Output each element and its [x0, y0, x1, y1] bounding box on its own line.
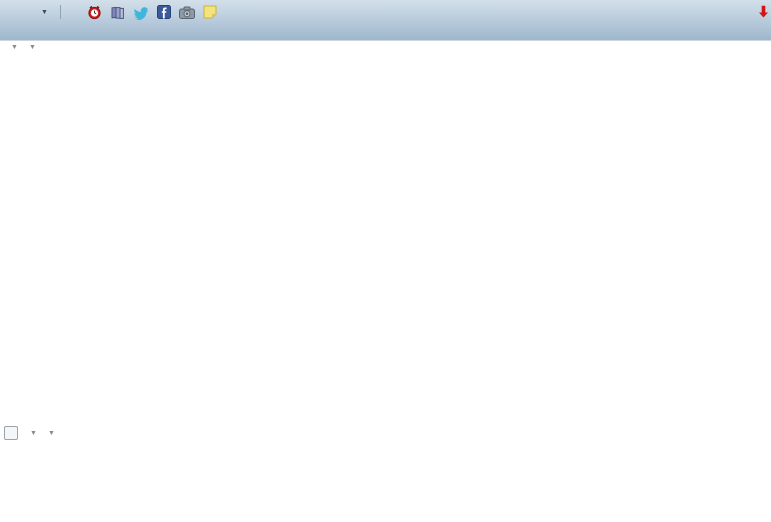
- chart-region: ▼ ▼ ▼ ▼: [0, 40, 771, 522]
- toolbar-sub-row: [0, 24, 771, 40]
- chevron-down-icon[interactable]: ▼: [30, 430, 37, 437]
- close-icon[interactable]: [4, 426, 18, 440]
- chevron-down-icon[interactable]: ▼: [41, 9, 48, 16]
- sticky-note-icon[interactable]: [203, 5, 217, 19]
- toolbar-main-row: ▼: [0, 0, 771, 24]
- chevron-down-icon[interactable]: ▼: [48, 430, 55, 437]
- chevron-down-icon[interactable]: ▼: [29, 44, 36, 51]
- toolbar-icon-group: [87, 5, 217, 20]
- down-arrow-icon: [758, 5, 769, 18]
- cci-panel-header: ▼ ▼: [4, 426, 62, 440]
- toolbar-divider: [60, 5, 61, 19]
- chart-application: ▼: [0, 0, 771, 522]
- toolbar: ▼: [0, 0, 771, 40]
- price-change-readout: [758, 5, 771, 18]
- price-panel-header: ▼ ▼: [7, 44, 43, 51]
- twitter-icon[interactable]: [133, 5, 149, 20]
- books-icon[interactable]: [110, 5, 125, 20]
- chart-canvas[interactable]: [0, 41, 771, 522]
- chevron-down-icon[interactable]: ▼: [11, 44, 18, 51]
- facebook-icon[interactable]: [157, 5, 171, 19]
- alarm-clock-icon[interactable]: [87, 5, 102, 20]
- camera-icon[interactable]: [179, 6, 195, 19]
